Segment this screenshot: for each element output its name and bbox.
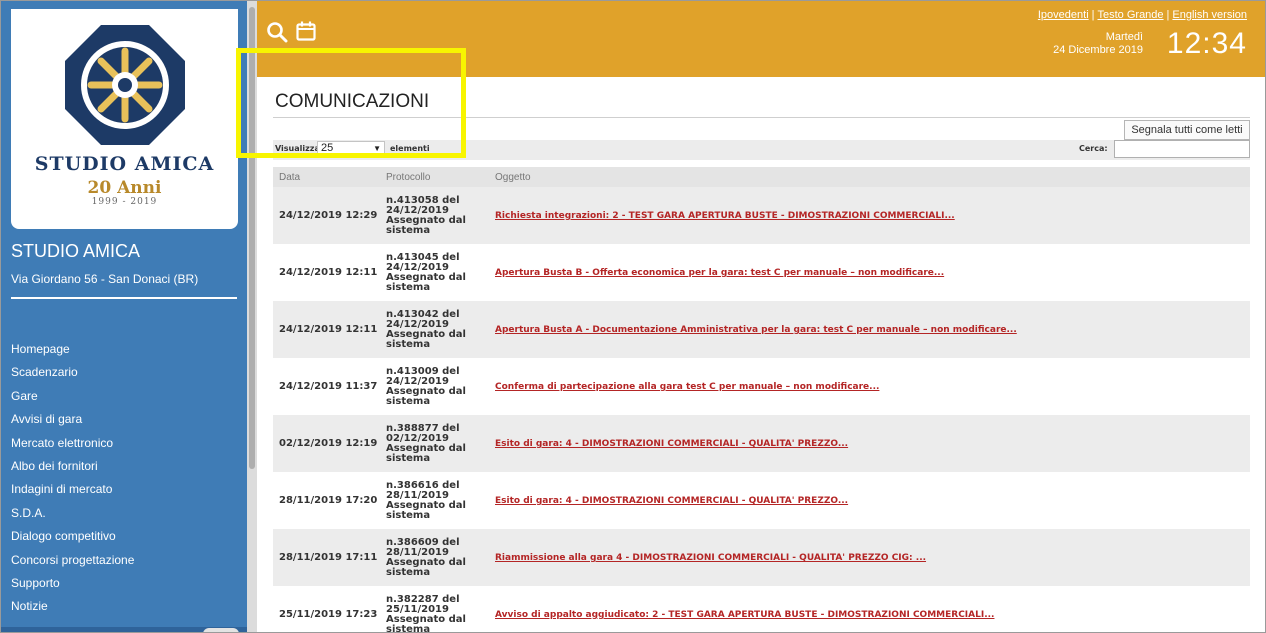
row-subject-link[interactable]: Conferma di partecipazione alla gara tes…	[495, 382, 879, 392]
row-date: 28/11/2019 17:11	[273, 529, 380, 586]
sidebar-divider	[11, 297, 237, 299]
link-ipovedenti[interactable]: Ipovedenti	[1038, 9, 1089, 21]
search-label: Cerca:	[1079, 144, 1108, 153]
row-subject-link[interactable]: Riammissione alla gara 4 - DIMOSTRAZIONI…	[495, 553, 926, 563]
highlight-box	[236, 48, 466, 158]
row-subject-link[interactable]: Richiesta integrazioni: 2 - TEST GARA AP…	[495, 211, 955, 221]
column-header-protocol[interactable]: Protocollo	[380, 167, 489, 187]
nav-item-dialogo-competitivo[interactable]: Dialogo competitivo	[11, 525, 134, 548]
column-header-subject[interactable]: Oggetto	[489, 167, 1250, 187]
row-subject-link[interactable]: Avviso di appalto aggiudicato: 2 - TEST …	[495, 610, 994, 620]
nav-item-homepage[interactable]: Homepage	[11, 338, 134, 361]
table-row: 24/12/2019 12:29 n.413058 del 24/12/2019…	[273, 187, 1250, 244]
header-clock: 12:34	[1166, 27, 1247, 60]
row-protocol: n.382287 del 25/11/2019 Assegnato dal si…	[380, 586, 489, 632]
nav-item-mercato-elettronico[interactable]: Mercato elettronico	[11, 432, 134, 455]
row-protocol: n.386609 del 28/11/2019 Assegnato dal si…	[380, 529, 489, 586]
nav-item-supporto[interactable]: Supporto	[11, 572, 134, 595]
row-date: 25/11/2019 17:23	[273, 586, 380, 632]
row-subject-link[interactable]: Apertura Busta A - Documentazione Ammini…	[495, 325, 1017, 335]
sidebar-toggle[interactable]	[203, 628, 239, 632]
nav-item-sda[interactable]: S.D.A.	[11, 502, 134, 525]
column-header-date[interactable]: Data	[273, 167, 380, 187]
table-header-row: Data Protocollo Oggetto	[273, 167, 1250, 187]
row-date: 02/12/2019 12:19	[273, 415, 380, 472]
nav-item-notizie[interactable]: Notizie	[11, 595, 134, 618]
row-date: 24/12/2019 11:37	[273, 358, 380, 415]
sidebar-nav: Homepage Scadenzario Gare Avvisi di gara…	[11, 338, 134, 619]
row-date: 24/12/2019 12:29	[273, 187, 380, 244]
row-subject-link[interactable]: Esito di gara: 4 - DIMOSTRAZIONI COMMERC…	[495, 496, 848, 506]
table-row: 28/11/2019 17:11 n.386609 del 28/11/2019…	[273, 529, 1250, 586]
logo-emblem-icon	[65, 25, 185, 145]
header-day: Martedì	[1105, 31, 1143, 43]
row-protocol: n.413042 del 24/12/2019 Assegnato dal si…	[380, 301, 489, 358]
table-row: 28/11/2019 17:20 n.386616 del 28/11/2019…	[273, 472, 1250, 529]
row-protocol: n.388877 del 02/12/2019 Assegnato dal si…	[380, 415, 489, 472]
row-protocol: n.413045 del 24/12/2019 Assegnato dal si…	[380, 244, 489, 301]
row-protocol: n.413058 del 24/12/2019 Assegnato dal si…	[380, 187, 489, 244]
link-testo-grande[interactable]: Testo Grande	[1098, 9, 1164, 21]
table-row: 25/11/2019 17:23 n.382287 del 25/11/2019…	[273, 586, 1250, 632]
header-date: 24 Dicembre 2019	[1053, 44, 1143, 56]
page-frame: STUDIO AMICA 20 Anni 1999 - 2019 STUDIO …	[0, 0, 1266, 633]
row-date: 28/11/2019 17:20	[273, 472, 380, 529]
calendar-icon[interactable]	[295, 20, 317, 42]
table-row: 24/12/2019 12:11 n.413042 del 24/12/2019…	[273, 301, 1250, 358]
search-icon[interactable]	[266, 21, 288, 43]
logo-name: STUDIO AMICA	[34, 153, 215, 175]
communications-table: Data Protocollo Oggetto 24/12/2019 12:29…	[273, 167, 1250, 632]
row-subject-link[interactable]: Apertura Busta B - Offerta economica per…	[495, 268, 944, 278]
table-row: 02/12/2019 12:19 n.388877 del 02/12/2019…	[273, 415, 1250, 472]
row-date: 24/12/2019 12:11	[273, 301, 380, 358]
row-date: 24/12/2019 12:11	[273, 244, 380, 301]
row-protocol: n.413009 del 24/12/2019 Assegnato dal si…	[380, 358, 489, 415]
accessibility-links: Ipovedenti | Testo Grande | English version	[1037, 9, 1247, 21]
row-protocol: n.386616 del 28/11/2019 Assegnato dal si…	[380, 472, 489, 529]
logo-anniversary: 20 Anni	[87, 178, 162, 198]
nav-item-gare[interactable]: Gare	[11, 385, 134, 408]
table-row: 24/12/2019 12:11 n.413045 del 24/12/2019…	[273, 244, 1250, 301]
link-english-version[interactable]: English version	[1172, 9, 1247, 21]
search-input[interactable]	[1114, 140, 1250, 158]
org-name: STUDIO AMICA	[11, 241, 141, 261]
logo-years: 1999 - 2019	[91, 197, 158, 207]
nav-item-concorsi-progettazione[interactable]: Concorsi progettazione	[11, 549, 134, 572]
org-address: Via Giordano 56 - San Donaci (BR)	[11, 272, 199, 286]
mark-all-read-button[interactable]: Segnala tutti come letti	[1124, 120, 1250, 140]
nav-item-indagini-mercato[interactable]: Indagini di mercato	[11, 478, 134, 501]
nav-item-scadenzario[interactable]: Scadenzario	[11, 361, 134, 384]
row-subject-link[interactable]: Esito di gara: 4 - DIMOSTRAZIONI COMMERC…	[495, 439, 848, 449]
nav-item-albo-fornitori[interactable]: Albo dei fornitori	[11, 455, 134, 478]
table-row: 24/12/2019 11:37 n.413009 del 24/12/2019…	[273, 358, 1250, 415]
nav-item-avvisi-di-gara[interactable]: Avvisi di gara	[11, 408, 134, 431]
sidebar: STUDIO AMICA 20 Anni 1999 - 2019 STUDIO …	[1, 1, 247, 632]
logo[interactable]: STUDIO AMICA 20 Anni 1999 - 2019	[11, 9, 238, 229]
